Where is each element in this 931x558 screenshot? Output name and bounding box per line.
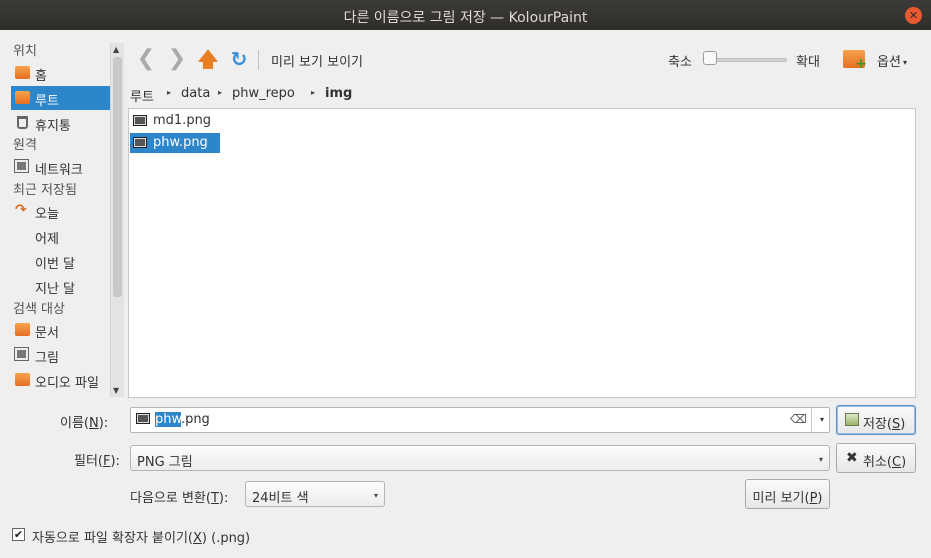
navigation-toolbar: ❮ ❯ 🡅 ↻ 미리 보기 보이기 축소 확대 옵션 ▾ (130, 44, 920, 76)
name-label: 이름(N): (60, 416, 109, 431)
sidebar-item-yesterday[interactable]: 어제 (11, 224, 110, 248)
sidebar-item-label: 네트워크 (35, 163, 83, 178)
image-file-icon (136, 413, 150, 424)
folder-icon (15, 373, 30, 386)
sidebar-item-label: 홈 (35, 69, 47, 84)
section-recent: 최근 저장됨 (13, 183, 77, 198)
reload-icon[interactable]: ↻ (226, 46, 252, 72)
filename-input[interactable]: phw.png ⌫ ▾ (130, 407, 830, 433)
preview-button[interactable]: 미리 보기(P) (745, 479, 830, 509)
image-file-icon (133, 137, 147, 148)
cancel-button[interactable]: ✖ 취소(C) (836, 443, 916, 473)
filter-select[interactable]: PNG 그림 ▾ (130, 445, 830, 471)
convert-label: 다음으로 변환(T): (130, 491, 229, 506)
new-folder-icon[interactable] (843, 50, 867, 72)
chevron-down-icon: ▾ (373, 491, 378, 500)
chevron-down-icon[interactable]: ▾ (820, 415, 824, 424)
auto-extension-label[interactable]: 자동으로 파일 확장자 붙이기(X) (.png) (32, 527, 250, 546)
breadcrumb-item[interactable]: phw_repo (232, 86, 295, 101)
scroll-down-icon[interactable]: ▼ (113, 386, 119, 395)
sidebar-item-label: 지난 달 (35, 282, 76, 297)
sidebar-item-documents[interactable]: 문서 (11, 318, 110, 342)
sidebar-item-trash[interactable]: 휴지통 (11, 111, 110, 135)
save-button-label: 저장(S) (863, 417, 906, 432)
zoom-slider-thumb[interactable] (703, 51, 717, 65)
scrollbar-thumb[interactable] (113, 57, 122, 297)
home-folder-icon (15, 66, 30, 79)
sidebar-item-home[interactable]: 홈 (11, 61, 110, 85)
options-menu-button[interactable]: 옵션 (877, 51, 901, 70)
zoom-in-label: 확대 (796, 55, 820, 70)
filename-value: phw.png (155, 412, 210, 427)
preview-button-label: 미리 보기(P) (752, 491, 823, 506)
sidebar-item-label: 문서 (35, 326, 59, 341)
close-icon[interactable]: ✕ (905, 7, 922, 24)
network-icon (14, 159, 29, 173)
breadcrumb-separator-icon: ▸ (311, 88, 316, 97)
auto-extension-checkbox[interactable]: ✔ (12, 528, 25, 541)
file-name: md1.png (153, 113, 212, 128)
breadcrumb-separator-icon: ▸ (218, 88, 223, 97)
scroll-up-icon[interactable]: ▲ (113, 45, 119, 54)
folder-icon (15, 91, 30, 104)
forward-icon[interactable]: ❯ (164, 46, 190, 72)
sidebar-item-label: 휴지통 (35, 119, 71, 134)
sidebar-item-label: 어제 (35, 232, 59, 247)
file-name: phw.png (153, 135, 208, 150)
breadcrumb-separator-icon: ▸ (167, 88, 172, 97)
show-preview-toggle[interactable]: 미리 보기 보이기 (271, 51, 363, 70)
filter-value: PNG 그림 (137, 455, 193, 470)
image-file-icon (133, 115, 147, 126)
sidebar-item-pictures[interactable]: 그림 (11, 343, 110, 367)
chevron-down-icon[interactable]: ▾ (903, 58, 907, 67)
sidebar-item-label: 루트 (35, 94, 59, 109)
sidebar-item-label: 오늘 (35, 207, 59, 222)
sidebar-item-audio[interactable]: 오디오 파일 (11, 368, 110, 392)
save-button[interactable]: 저장(S) (836, 405, 916, 435)
section-places: 위치 (13, 44, 37, 59)
sidebar-item-this-month[interactable]: 이번 달 (11, 249, 110, 273)
sidebar-item-last-month[interactable]: 지난 달 (11, 274, 110, 298)
image-icon (14, 347, 29, 361)
title-bar: 다른 이름으로 그림 저장 — KolourPaint ✕ (0, 0, 931, 30)
breadcrumb-item-current[interactable]: img (325, 86, 352, 101)
today-icon: ↷ (15, 202, 27, 218)
section-remote: 원격 (13, 138, 37, 153)
cancel-button-label: 취소(C) (863, 455, 907, 470)
window-title: 다른 이름으로 그림 저장 — KolourPaint (343, 10, 588, 26)
breadcrumb-item[interactable]: data (181, 86, 210, 101)
file-list[interactable]: md1.png phw.png (128, 108, 916, 398)
trash-icon (17, 116, 28, 129)
sidebar-item-label: 이번 달 (35, 257, 76, 272)
save-icon (845, 413, 859, 426)
color-depth-value: 24비트 색 (252, 491, 309, 506)
sidebar-item-root[interactable]: 루트 (11, 86, 110, 110)
folder-icon (15, 323, 30, 336)
section-search: 검색 대상 (13, 302, 65, 317)
sidebar-item-label: 그림 (35, 351, 59, 366)
places-sidebar: 위치 홈 루트 휴지통 원격 네트워크 최근 저장됨 ↷ 오늘 어제 이번 달 … (0, 40, 124, 398)
filter-label: 필터(F): (74, 454, 120, 469)
color-depth-select[interactable]: 24비트 색 ▾ (245, 481, 385, 507)
toolbar-separator (258, 50, 259, 70)
sidebar-item-today[interactable]: ↷ 오늘 (11, 199, 110, 223)
chevron-down-icon: ▾ (818, 455, 823, 464)
breadcrumb-item[interactable]: 루트 (130, 86, 154, 105)
sidebar-item-label: 오디오 파일 (35, 376, 99, 391)
list-item-selected[interactable]: phw.png (130, 133, 220, 153)
sidebar-scrollbar[interactable]: ▲ ▼ (110, 43, 124, 397)
sidebar-item-network[interactable]: 네트워크 (11, 155, 110, 179)
divider (811, 408, 812, 432)
up-arrow-icon[interactable]: 🡅 (195, 46, 221, 72)
back-icon[interactable]: ❮ (133, 46, 159, 72)
cancel-icon: ✖ (846, 450, 858, 466)
zoom-slider-track[interactable] (707, 58, 787, 62)
zoom-out-label: 축소 (668, 55, 692, 70)
clear-icon[interactable]: ⌫ (790, 412, 807, 426)
list-item[interactable]: md1.png (130, 111, 220, 131)
